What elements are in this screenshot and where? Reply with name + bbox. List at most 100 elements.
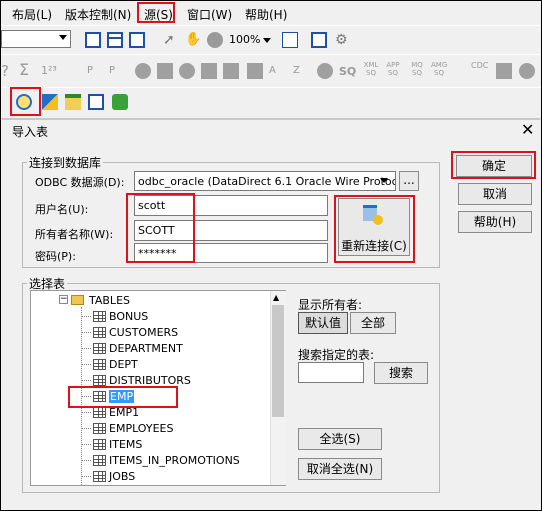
- table-name: CUSTOMERS: [109, 326, 179, 339]
- tree-connector: [81, 460, 91, 461]
- table-icon: [93, 359, 106, 370]
- tree-connector: [81, 364, 91, 365]
- table-icon: [93, 327, 106, 338]
- table-row[interactable]: DEPARTMENT: [31, 341, 271, 357]
- joiner-icon: [223, 63, 239, 79]
- toolbar-standard: ➚ ✋ 100% ⚙: [1, 25, 541, 55]
- import-file-icon[interactable]: [42, 94, 58, 110]
- browse-button[interactable]: ...: [399, 171, 419, 191]
- pointer-icon[interactable]: ➚: [163, 32, 179, 48]
- table-icon: [93, 311, 106, 322]
- search-input[interactable]: [298, 362, 364, 383]
- cancel-button[interactable]: 取消: [458, 183, 532, 205]
- odbc-select[interactable]: odbc_oracle (DataDirect 6.1 Oracle Wire …: [134, 171, 396, 191]
- app-sq-icon: APP SQ: [386, 61, 400, 77]
- menu-bar: 布局(L) 版本控制(N) 源(S) 窗口(W) 帮助(H): [1, 1, 541, 25]
- mq-sq-icon: MQ SQ: [411, 61, 423, 77]
- arrange-icon[interactable]: [311, 32, 327, 48]
- table-name: DEPARTMENT: [109, 342, 183, 355]
- table-name: BONUS: [109, 310, 149, 323]
- create-table-icon[interactable]: [88, 94, 104, 110]
- select-all-button[interactable]: 全选(S): [298, 428, 382, 450]
- table-icon: [93, 407, 106, 418]
- toolbar-transformations: ? Σ 1²³ P P A Z SQ XML SQ APP SQ MQ SQ A…: [1, 54, 541, 88]
- transform-icon: [496, 63, 512, 79]
- tree-connector: [81, 412, 91, 413]
- menu-version-control[interactable]: 版本控制(N): [65, 6, 131, 23]
- rank-icon: 1²³: [41, 64, 57, 77]
- link-icon[interactable]: ⚙: [335, 32, 351, 48]
- collapse-icon[interactable]: −: [59, 295, 68, 304]
- union-icon: [247, 63, 263, 79]
- table-row[interactable]: ITEMS: [31, 437, 271, 453]
- owner-label: 所有者名称(W):: [35, 228, 114, 241]
- generate-sql-icon[interactable]: [112, 94, 128, 110]
- table-row[interactable]: CUSTOMERS: [31, 325, 271, 341]
- hand-icon[interactable]: ✋: [185, 32, 201, 48]
- all-owners-button[interactable]: 全部: [350, 312, 396, 334]
- chevron-down-icon: [380, 178, 388, 183]
- user-label: 用户名(U):: [35, 203, 89, 216]
- search-label: 搜索指定的表:: [298, 348, 375, 362]
- xml-sq-icon: XML SQ: [363, 61, 379, 77]
- password-label: 密码(P):: [35, 250, 76, 263]
- cdc-icon: CDC: [471, 61, 489, 70]
- tree-connector: [81, 476, 91, 477]
- table-icon: [93, 375, 106, 386]
- show-owner-label: 显示所有者:: [298, 298, 363, 312]
- table-row[interactable]: ITEMS_IN_PROMOTIONS: [31, 453, 271, 469]
- router-icon: [201, 63, 217, 79]
- table-row[interactable]: EMPLOYEES: [31, 421, 271, 437]
- tree-connector: [81, 348, 91, 349]
- tree-connector: [81, 316, 91, 317]
- custom-icon: [519, 63, 535, 79]
- table-row[interactable]: DEPT: [31, 357, 271, 373]
- default-owner-button[interactable]: 默认值: [298, 312, 348, 334]
- table-row[interactable]: BONUS: [31, 309, 271, 325]
- chevron-down-icon: [59, 35, 67, 40]
- highlight-reconnect: [334, 195, 415, 263]
- lookup-icon: [179, 63, 195, 79]
- sequence-icon: Z: [293, 65, 300, 76]
- sq-icon: SQ: [339, 65, 357, 78]
- zoom-view-icon[interactable]: [129, 32, 145, 48]
- filter-icon: [135, 63, 151, 79]
- scroll-up-icon[interactable]: ▲: [273, 293, 279, 302]
- tree-connector: [81, 380, 91, 381]
- amg-sq-icon: AMG SQ: [431, 61, 448, 77]
- highlight-emp: [68, 386, 178, 408]
- connect-group-label: 连接到数据库: [29, 156, 102, 170]
- tree-connector: [81, 332, 91, 333]
- grid-view-icon[interactable]: [107, 32, 123, 48]
- expression-icon: P: [109, 65, 116, 76]
- tree-root-label: TABLES: [89, 294, 130, 307]
- fit-icon[interactable]: [282, 32, 298, 48]
- menu-layout[interactable]: 布局(L): [12, 6, 52, 23]
- search-button[interactable]: 搜索: [374, 362, 428, 384]
- normalizer-icon: A: [269, 65, 276, 76]
- magnify-icon[interactable]: [207, 32, 223, 48]
- tree-root[interactable]: − TABLES: [31, 293, 281, 309]
- import-xml-icon[interactable]: [65, 94, 81, 110]
- table-name: DEPT: [109, 358, 138, 371]
- zoom-dropdown-icon[interactable]: [263, 38, 271, 43]
- highlight-import-icon: [10, 87, 41, 116]
- source-qualifier-icon: ?: [1, 62, 9, 80]
- deselect-all-button[interactable]: 取消全选(N): [298, 458, 382, 480]
- folder-icon: [71, 295, 84, 305]
- close-icon[interactable]: ✕: [521, 120, 534, 140]
- highlight-ok: [451, 151, 536, 179]
- scroll-thumb[interactable]: [272, 305, 284, 417]
- table-icon: [93, 423, 106, 434]
- menu-window[interactable]: 窗口(W): [187, 6, 232, 23]
- tree-scrollbar[interactable]: ▲: [270, 291, 286, 485]
- table-row[interactable]: JOBS: [31, 469, 271, 485]
- table-name: EMPLOYEES: [109, 422, 174, 435]
- procedure-icon: P: [87, 65, 94, 76]
- tree-connector: [81, 428, 91, 429]
- menu-help[interactable]: 帮助(H): [245, 6, 287, 23]
- help-button[interactable]: 帮助(H): [458, 211, 532, 233]
- zoom-level[interactable]: 100%: [229, 33, 260, 46]
- aggregator-icon: Σ: [19, 60, 30, 79]
- view-icon[interactable]: [85, 32, 101, 48]
